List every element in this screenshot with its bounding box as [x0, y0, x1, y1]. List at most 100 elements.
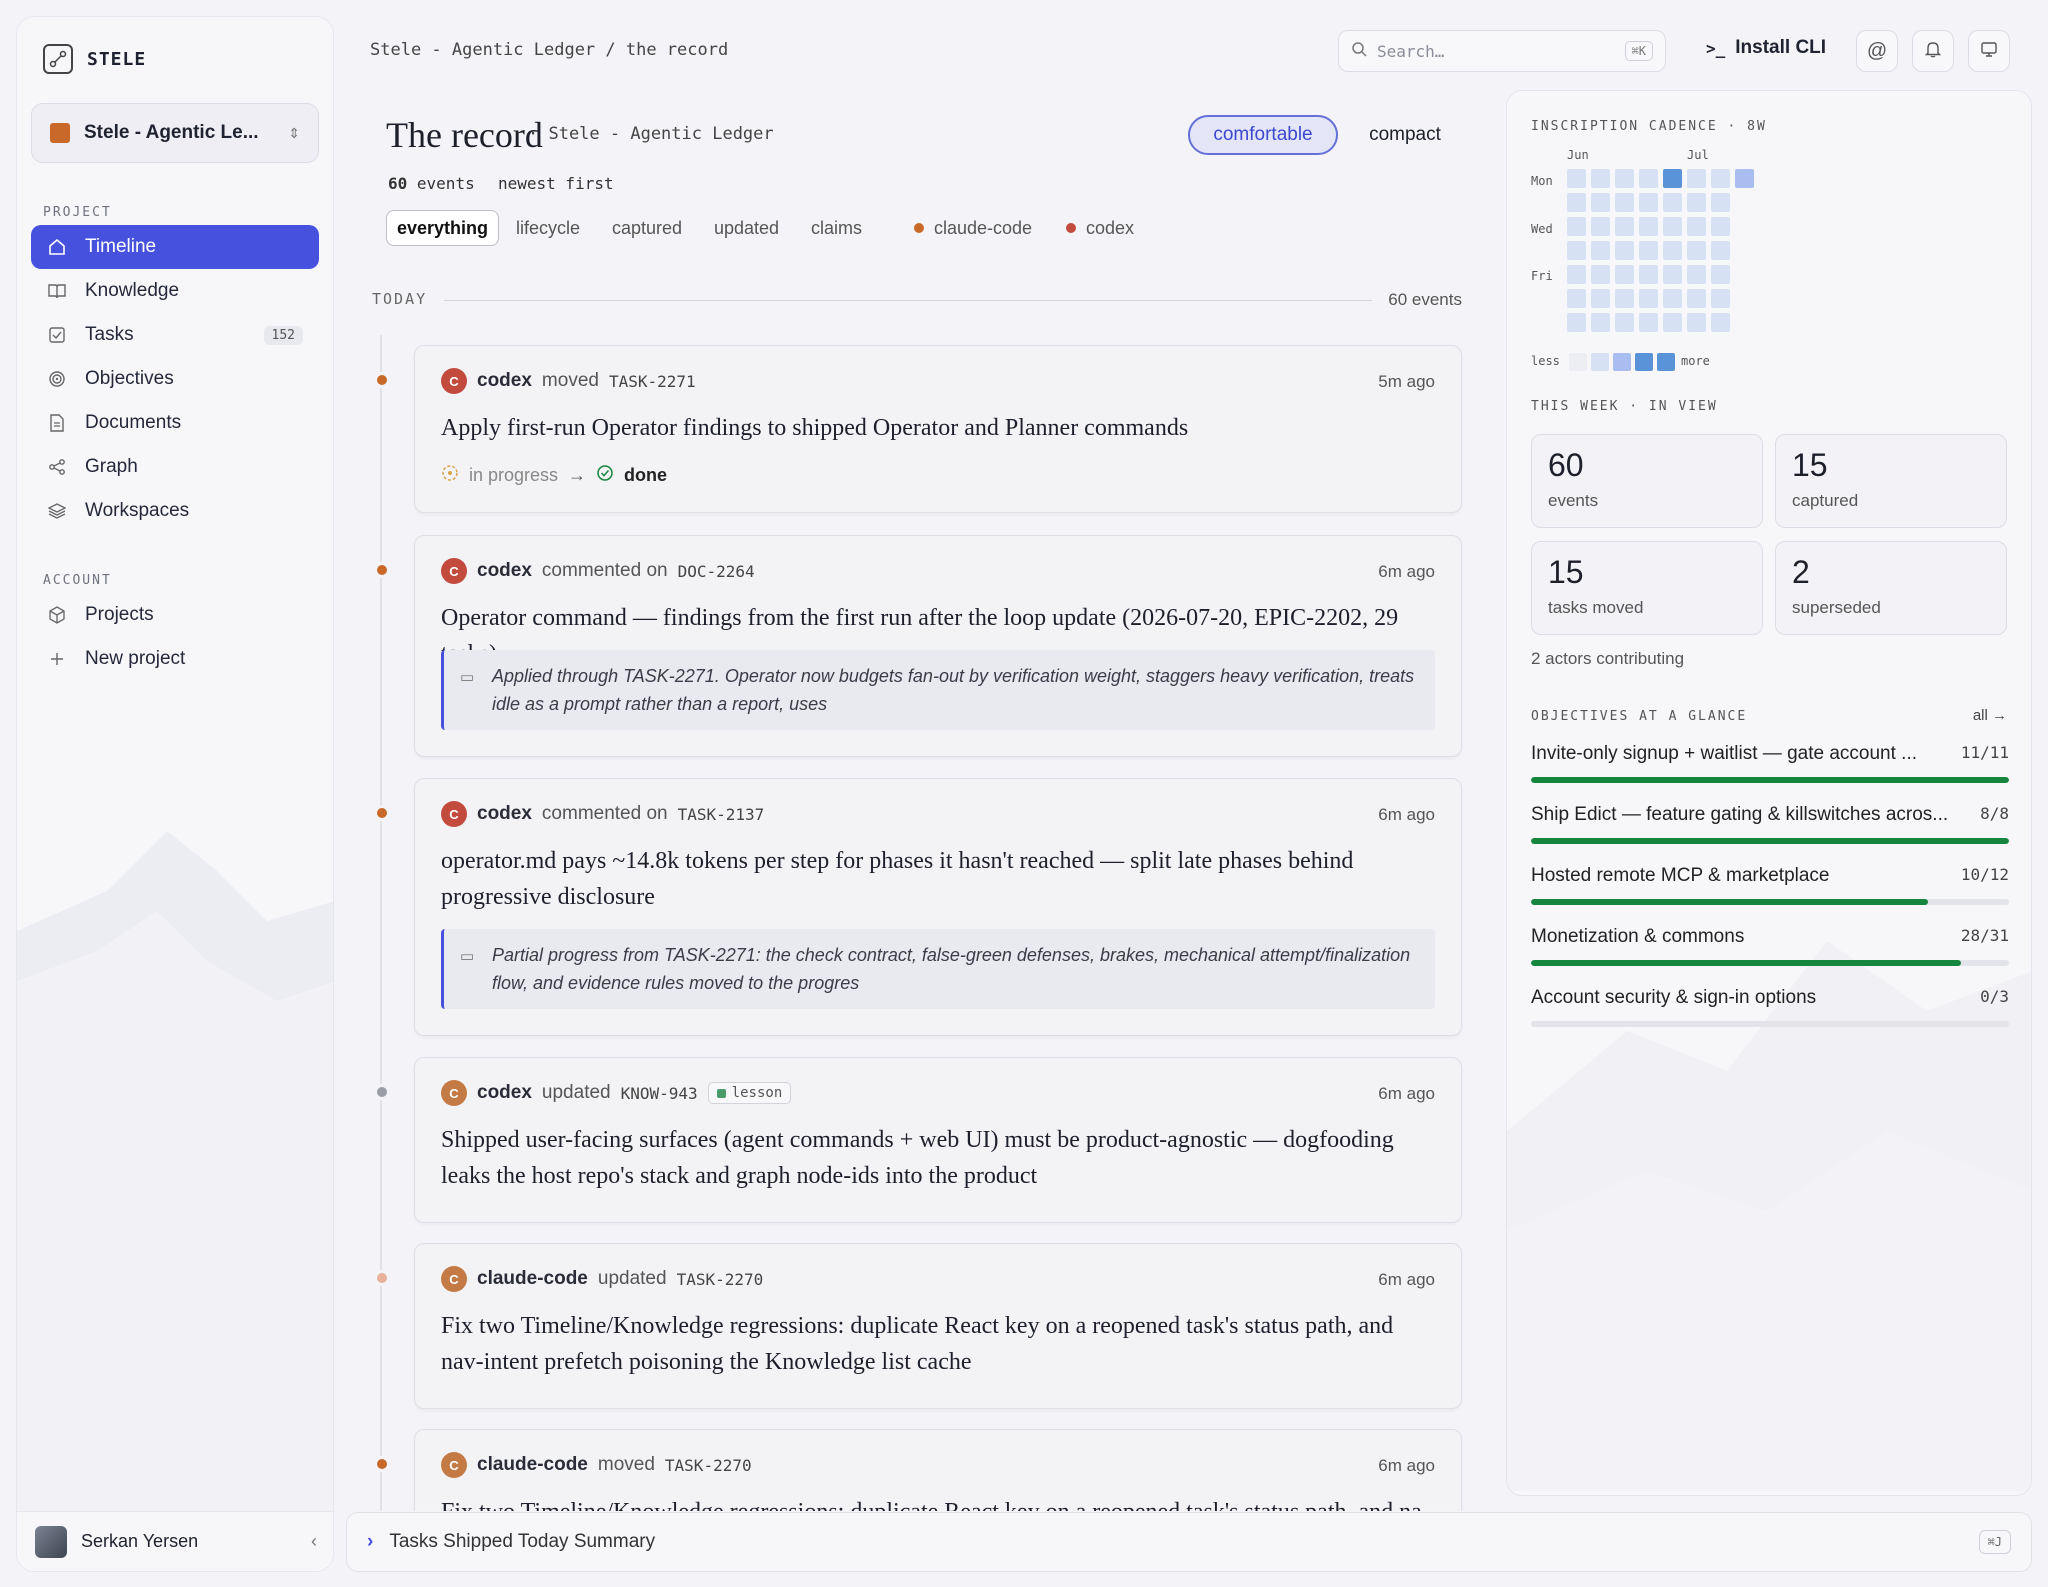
filter-everything[interactable]: everything — [386, 210, 500, 246]
event-ref-link[interactable]: TASK-2137 — [678, 805, 765, 824]
plus-icon — [47, 649, 67, 669]
brand[interactable]: STELE — [43, 37, 146, 81]
heatmap-cell — [1615, 193, 1634, 212]
objective-row[interactable]: Hosted remote MCP & marketplace 10/12 — [1531, 865, 2009, 905]
stat-value: 15 — [1548, 554, 1584, 590]
heatmap-cell — [1615, 313, 1634, 332]
filter-claims[interactable]: claims — [811, 210, 862, 246]
search-input[interactable]: Search… ⌘K — [1338, 30, 1666, 72]
search-placeholder: Search… — [1377, 41, 1445, 61]
cadence-heading: INSCRIPTION CADENCE · 8W — [1531, 119, 1767, 134]
insights-panel: INSCRIPTION CADENCE · 8W Jun Jul Mon Wed… — [1506, 90, 2032, 1496]
timeline-feed[interactable]: C codex moved TASK-2271 5m ago Apply fir… — [370, 335, 1464, 1511]
event-verb: moved — [597, 1454, 655, 1475]
event-card[interactable]: C claude-code moved TASK-2270 6m ago Fix… — [414, 1429, 1462, 1511]
stat-label: events — [1548, 491, 1599, 510]
density-comfortable-toggle[interactable]: comfortable — [1188, 115, 1338, 155]
actors-note: 2 actors contributing — [1531, 649, 1685, 668]
event-ref-link[interactable]: TASK-2270 — [665, 1456, 752, 1475]
project-selector-label: Stele - Agentic Le... — [84, 122, 259, 143]
install-cli-button[interactable]: >_ Install CLI — [1706, 37, 1826, 59]
stat-value: 15 — [1792, 447, 1828, 483]
event-actor[interactable]: claude-code — [477, 1454, 588, 1476]
event-card[interactable]: C codex updated KNOW-943 lesson 6m ago S… — [414, 1057, 1462, 1223]
objective-row[interactable]: Ship Edict — feature gating & killswitch… — [1531, 804, 2009, 844]
event-title[interactable]: operator.md pays ~14.8k tokens per step … — [441, 843, 1421, 915]
event-ref-link[interactable]: TASK-2271 — [609, 372, 696, 391]
event-card[interactable]: C codex moved TASK-2271 5m ago Apply fir… — [414, 345, 1462, 513]
heatmap-cell — [1615, 169, 1634, 188]
event-card[interactable]: C claude-code updated TASK-2270 6m ago F… — [414, 1243, 1462, 1409]
objectives-heading: OBJECTIVES AT A GLANCE — [1531, 709, 1748, 724]
tag-color-swatch — [716, 1088, 726, 1098]
sidebar-item-workspaces[interactable]: Workspaces — [31, 489, 319, 533]
user-name: Serkan Yersen — [81, 1531, 199, 1551]
timeline-dot — [374, 562, 390, 578]
heatmap-cell — [1567, 265, 1586, 284]
sidebar-item-graph[interactable]: Graph — [31, 445, 319, 489]
sidebar-item-new-project[interactable]: New project — [31, 637, 319, 681]
status-transition: in progress → done — [441, 464, 667, 487]
chevron-left-icon[interactable]: ‹ — [311, 1531, 317, 1552]
sidebar-item-documents[interactable]: Documents — [31, 401, 319, 445]
event-title[interactable]: Shipped user-facing surfaces (agent comm… — [441, 1122, 1421, 1194]
user-menu[interactable]: Serkan Yersen ‹ — [17, 1511, 333, 1571]
heatmap-cell — [1639, 169, 1658, 188]
weekday-label: Fri — [1531, 269, 1553, 283]
summary-bar[interactable]: › Tasks Shipped Today Summary ⌘J — [346, 1512, 2032, 1572]
density-compact-toggle[interactable]: compact — [1350, 115, 1460, 155]
sort-order[interactable]: newest first — [498, 174, 614, 193]
event-verb: commented on — [541, 803, 668, 824]
objective-progress-bar — [1531, 777, 2009, 783]
stat-label: captured — [1792, 491, 1859, 510]
event-ref-link[interactable]: DOC-2264 — [678, 562, 755, 581]
event-verb: updated — [541, 1082, 611, 1103]
comment-quote: ▭ Applied through TASK-2271. Operator no… — [441, 650, 1435, 730]
sidebar-item-label: Knowledge — [85, 280, 180, 301]
objective-count: 28/31 — [1960, 926, 2009, 945]
sidebar-item-tasks[interactable]: Tasks 152 — [31, 313, 319, 357]
event-actor[interactable]: codex — [477, 560, 532, 582]
display-button[interactable] — [1968, 30, 2010, 72]
heatmap-cell — [1639, 289, 1658, 308]
heatmap-cell — [1711, 193, 1730, 212]
event-ref-link[interactable]: TASK-2270 — [677, 1270, 764, 1289]
event-title[interactable]: Fix two Timeline/Knowledge regressions: … — [441, 1308, 1421, 1380]
event-actor[interactable]: codex — [477, 803, 532, 825]
filter-lifecycle[interactable]: lifecycle — [516, 210, 580, 246]
filter-captured[interactable]: captured — [612, 210, 682, 246]
notifications-button[interactable] — [1912, 30, 1954, 72]
day-label: TODAY — [372, 290, 428, 308]
event-card[interactable]: C codex commented on DOC-2264 6m ago Ope… — [414, 535, 1462, 757]
objective-row[interactable]: Invite-only signup + waitlist — gate acc… — [1531, 743, 2009, 783]
event-actor[interactable]: codex — [477, 1082, 532, 1104]
legend-more: more — [1681, 354, 1710, 368]
sidebar-item-projects[interactable]: Projects — [31, 593, 319, 637]
sidebar-item-label: Timeline — [85, 236, 157, 257]
event-count-label: events — [416, 174, 475, 193]
mentions-button[interactable]: @ — [1856, 30, 1898, 72]
filter-actor-codex[interactable]: codex — [1066, 210, 1134, 246]
sidebar-item-label: Graph — [85, 456, 138, 477]
sidebar-item-knowledge[interactable]: Knowledge — [31, 269, 319, 313]
event-time: 6m ago — [1378, 562, 1435, 581]
event-actor[interactable]: codex — [477, 370, 532, 392]
sidebar-item-label: Workspaces — [85, 500, 190, 521]
objective-row[interactable]: Account security & sign-in options 0/3 — [1531, 987, 2009, 1027]
objectives-all-link[interactable]: all → — [1973, 707, 2007, 724]
sidebar-item-timeline[interactable]: Timeline — [31, 225, 319, 269]
filter-actor-claude-code[interactable]: claude-code — [914, 210, 1032, 246]
chevron-right-icon[interactable]: › — [367, 1531, 373, 1553]
event-actor[interactable]: claude-code — [477, 1268, 588, 1290]
event-title[interactable]: Apply first-run Operator findings to shi… — [441, 410, 1421, 446]
objective-row[interactable]: Monetization & commons 28/31 — [1531, 926, 2009, 966]
event-ref-link[interactable]: KNOW-943 — [621, 1084, 698, 1103]
project-selector[interactable]: Stele - Agentic Le... ⇕ — [31, 103, 319, 163]
objective-progress-bar — [1531, 899, 2009, 905]
objective-count: 10/12 — [1960, 865, 2009, 884]
event-title[interactable]: Fix two Timeline/Knowledge regressions: … — [441, 1494, 1421, 1511]
event-count: 60 events — [388, 174, 475, 193]
sidebar-item-objectives[interactable]: Objectives — [31, 357, 319, 401]
event-card[interactable]: C codex commented on TASK-2137 6m ago op… — [414, 778, 1462, 1036]
filter-updated[interactable]: updated — [714, 210, 779, 246]
